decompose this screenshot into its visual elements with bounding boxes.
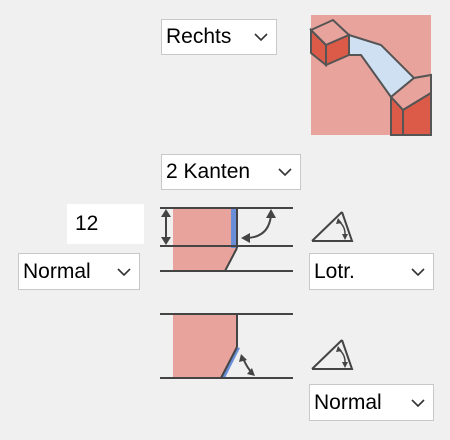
bevel-joint-preview-icon — [309, 15, 432, 136]
angle-reference-select[interactable]: Lotr. — [309, 253, 434, 290]
edges-select[interactable]: 2 Kanten — [161, 154, 301, 190]
chevron-down-icon — [411, 398, 425, 407]
upper-mode-select[interactable]: Normal — [18, 253, 140, 290]
edges-select-value: 2 Kanten — [166, 160, 251, 183]
upper-mode-select-value: Normal — [23, 259, 91, 283]
chevron-down-icon — [254, 33, 268, 42]
lower-mode-select-value: Normal — [314, 390, 382, 414]
angle-reference-select-value: Lotr. — [314, 259, 355, 283]
chevron-down-icon — [278, 168, 292, 177]
angle-icon — [311, 211, 354, 242]
bevel-size-input[interactable] — [67, 204, 144, 244]
chevron-down-icon — [117, 267, 131, 276]
chevron-down-icon — [411, 267, 425, 276]
lower-mode-select[interactable]: Normal — [309, 384, 434, 421]
direction-select[interactable]: Rechts — [161, 19, 277, 55]
angle-icon — [311, 339, 354, 370]
direction-select-value: Rechts — [166, 25, 232, 48]
upper-bevel-profile-icon — [160, 207, 293, 272]
lower-bevel-profile-icon — [160, 313, 293, 379]
